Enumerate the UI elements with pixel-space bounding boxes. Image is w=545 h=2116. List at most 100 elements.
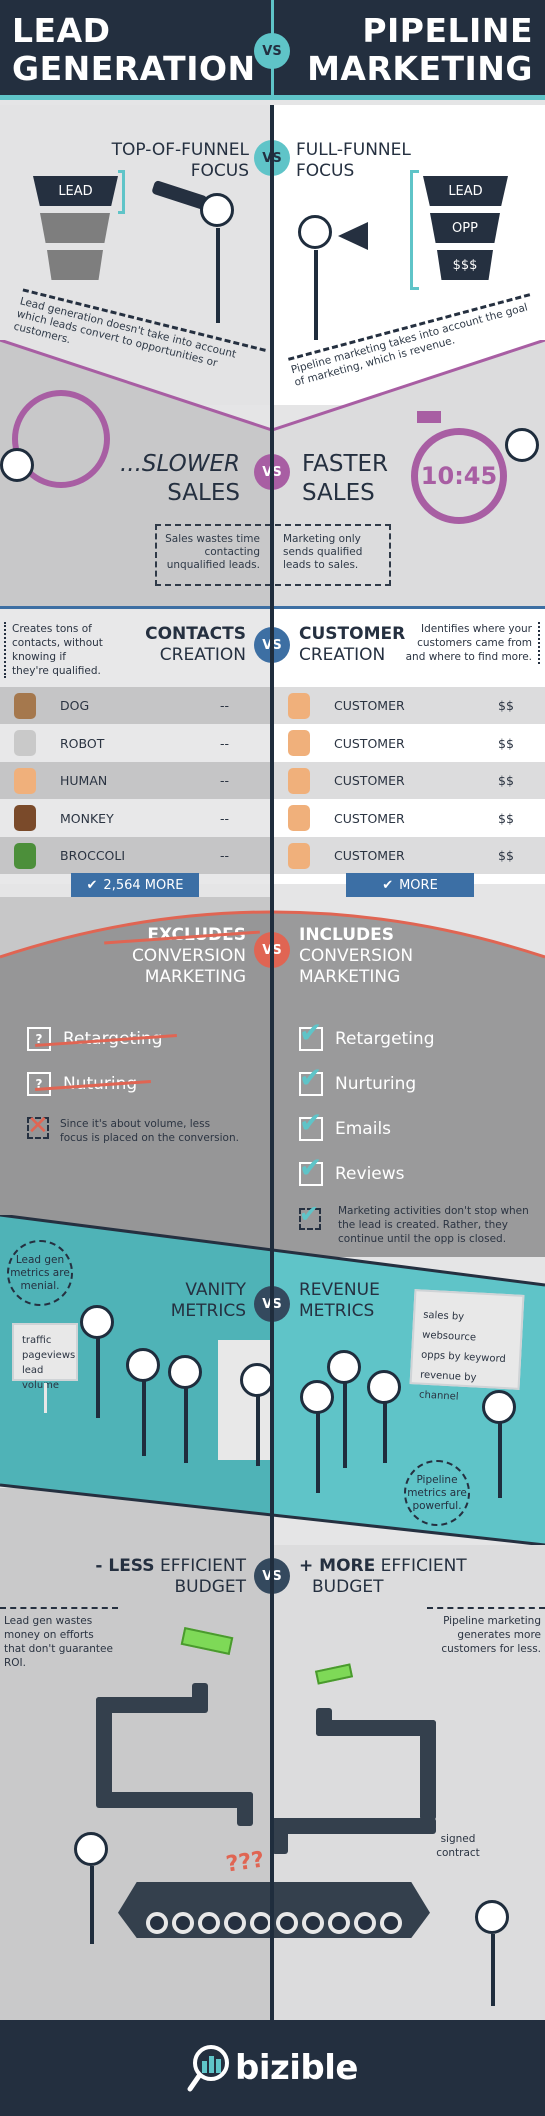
center-divider: [270, 105, 274, 2020]
contact-value: --: [220, 773, 230, 788]
money-stack-icon: [180, 1626, 234, 1656]
left-title: LEAD GENERATION: [12, 12, 256, 88]
stick-figure-body: [343, 1383, 347, 1468]
roller: [172, 1912, 194, 1934]
bracket: [410, 170, 419, 290]
revenue-board: sales by websource opps by keyword reven…: [409, 1289, 525, 1403]
customer-icon: [288, 805, 310, 831]
checked-box-icon: ✔: [299, 1064, 323, 1096]
funnel-stage-opp: OPP: [430, 213, 500, 243]
stick-figure-head: [240, 1363, 274, 1397]
title-line: CREATION: [159, 645, 246, 665]
vanity-board: traffic pageviews lead volume: [12, 1323, 78, 1391]
included-item: ✔ Nurturing: [299, 1064, 416, 1096]
title-emphasis: - LESS: [95, 1556, 155, 1576]
checked-box-icon: ✔: [299, 1019, 323, 1051]
right-title: PIPELINE MARKETING: [307, 12, 533, 88]
bracket: [118, 170, 125, 214]
stick-figure-body: [491, 1934, 495, 2006]
customer-value: $$: [498, 698, 514, 713]
funnel-left-title: TOP-OF-FUNNEL FOCUS: [112, 140, 249, 182]
stopwatch-icon: 10:45: [411, 428, 507, 524]
title-line: CONTACTS: [145, 624, 246, 644]
customer-icon: [288, 767, 310, 794]
stick-figure-body: [383, 1403, 387, 1463]
contact-value: --: [220, 810, 230, 826]
right-title-line1: PIPELINE: [362, 11, 533, 50]
roller: [380, 1912, 402, 1934]
contact-value: --: [220, 848, 230, 863]
customer-value: $$: [498, 810, 514, 826]
title-line: CONVERSION: [131, 946, 246, 966]
roller: [250, 1912, 272, 1934]
creation-left-note: Creates tons of contacts, without knowin…: [4, 622, 104, 678]
monkey-icon: [14, 805, 36, 831]
title-emphasis: + MORE: [299, 1556, 376, 1576]
stick-figure-body: [96, 1338, 100, 1418]
stick-figure-head: [475, 1900, 509, 1934]
customer-row: CUSTOMER $$: [274, 724, 545, 762]
stick-figure-body: [90, 1866, 94, 1944]
contact-row: HUMAN --: [0, 762, 272, 799]
conversion-left-title: EXCLUDES CONVERSION MARKETING: [132, 925, 246, 988]
contact-row: DOG --: [0, 687, 272, 724]
chevron-down-icon: ✔: [382, 877, 394, 893]
budget-right-note: Pipeline marketing generates more custom…: [427, 1607, 545, 1656]
title-line: FULL-FUNNEL: [296, 140, 411, 160]
excluded-item: ? Retargeting: [27, 1027, 163, 1051]
excluded-item: ? Nuturing: [27, 1072, 137, 1096]
checkmark-icon: ✔: [299, 1106, 323, 1139]
stick-figure-head: [168, 1355, 202, 1389]
stick-figure-body: [316, 1413, 320, 1493]
board-line: pageviews: [22, 1350, 76, 1361]
title-line: ...SLOWER: [120, 451, 240, 477]
more-contacts-button[interactable]: ✔ 2,564 MORE: [71, 873, 199, 897]
infographic: LEAD GENERATION PIPELINE MARKETING VS VS…: [0, 0, 545, 2116]
title-line: SALES: [302, 480, 375, 506]
more-customers-button[interactable]: ✔ MORE: [346, 873, 474, 897]
customer-icon: [288, 842, 310, 869]
chevron-down-icon: ✔: [86, 877, 98, 893]
question-marks: ???: [224, 1847, 266, 1878]
title-line: CONVERSION: [299, 946, 414, 966]
contact-label: MONKEY: [60, 810, 114, 826]
revenue-note: Pipeline metrics are powerful.: [404, 1460, 470, 1526]
money-bill-icon: [314, 1663, 354, 1685]
stick-figure-head: [482, 1390, 516, 1424]
customer-row: CUSTOMER $$: [274, 799, 545, 837]
customer-value: $$: [498, 773, 514, 788]
title-line: TOP-OF-FUNNEL: [111, 140, 249, 160]
stick-figure-head: [298, 215, 332, 249]
funnel-right-title: FULL-FUNNEL FOCUS: [296, 140, 411, 182]
board-stand: [44, 1383, 47, 1413]
title-line: FOCUS: [296, 161, 355, 181]
stick-figure-head: [74, 1832, 108, 1866]
stick-figure-head: [0, 448, 34, 482]
title-line: + MORE EFFICIENT: [299, 1556, 467, 1577]
roller: [302, 1912, 324, 1934]
included-item: ✔ Reviews: [299, 1154, 405, 1186]
title-line: FASTER: [302, 451, 389, 477]
roller: [146, 1912, 168, 1934]
roller: [198, 1912, 220, 1934]
roller: [354, 1912, 376, 1934]
sales-right-note: Marketing only sends qualified leads to …: [283, 533, 363, 571]
pipe-segment: [272, 1818, 288, 1854]
customer-row: CUSTOMER $$: [274, 762, 545, 799]
funnel-stage-revenue: $$$: [437, 250, 493, 280]
creation-right-title: CUSTOMER CREATION: [299, 624, 405, 666]
title-line: - LESS EFFICIENT: [95, 1556, 246, 1577]
title-line: MARKETING: [144, 967, 246, 987]
budget-left-title: - LESS EFFICIENT BUDGET: [95, 1556, 246, 1598]
conversion-right-title: INCLUDES CONVERSION MARKETING: [299, 925, 413, 988]
pipe-segment: [96, 1792, 253, 1808]
title-text: EFFICIENT: [159, 1556, 246, 1576]
contact-value: --: [220, 735, 230, 751]
pipe-segment: [96, 1697, 208, 1713]
title-line-struck: EXCLUDES: [132, 925, 246, 946]
creation-left-title: CONTACTS CREATION: [145, 624, 246, 666]
included-item: ✔ Retargeting: [299, 1019, 435, 1051]
stick-figure-body: [142, 1381, 146, 1456]
stick-figure-head: [80, 1305, 114, 1339]
customer-value: $$: [498, 848, 514, 863]
